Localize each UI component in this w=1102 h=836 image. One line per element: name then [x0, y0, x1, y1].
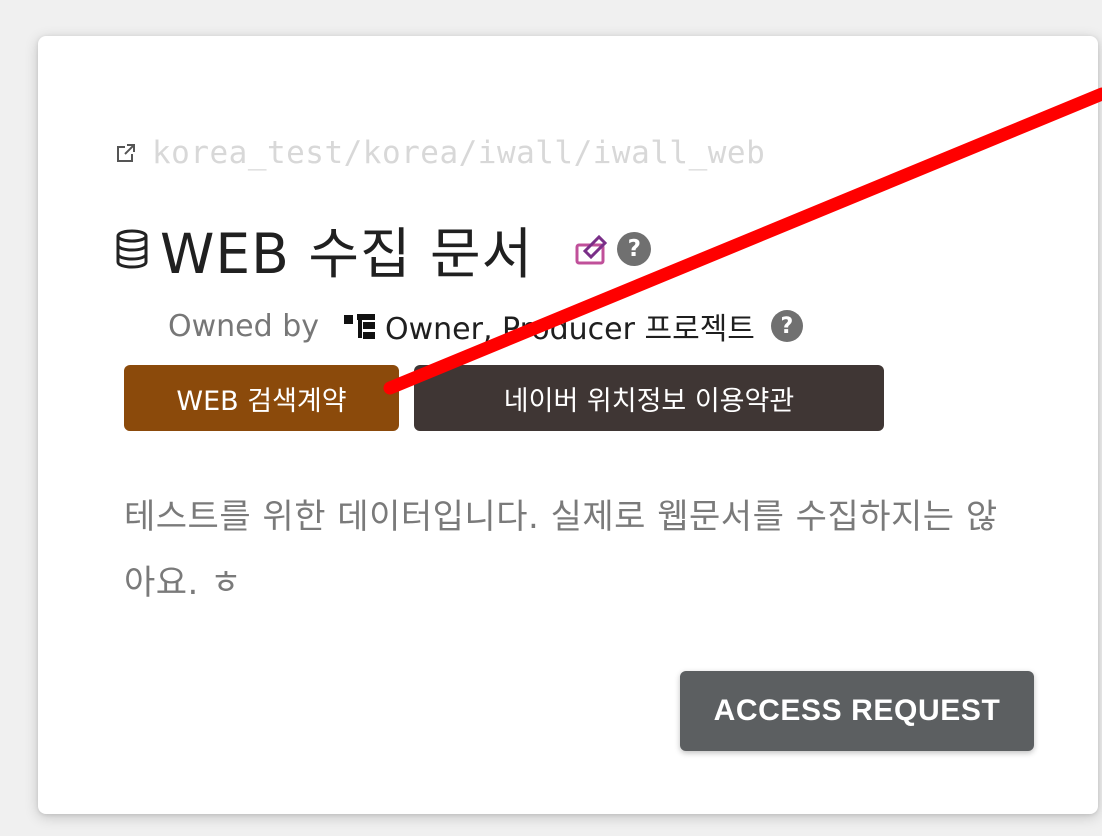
dataset-description: 테스트를 위한 데이터입니다. 실제로 웹문서를 수집하지는 않아요. ㅎ: [124, 497, 998, 603]
title-row: WEB 수집 문서 ?: [114, 210, 652, 288]
tag-naver-location-terms[interactable]: 네이버 위치정보 이용약관: [414, 365, 884, 431]
org-chart-icon: [343, 312, 377, 340]
help-icon[interactable]: ?: [617, 232, 652, 266]
screen: korea_test/korea/iwall/iwall_web WEB 수집 …: [0, 0, 1102, 836]
owned-by-label: Owned by: [168, 308, 319, 344]
tag-web-search-contract[interactable]: WEB 검색계약: [124, 365, 399, 431]
database-icon: [114, 229, 150, 269]
dataset-path-row[interactable]: korea_test/korea/iwall/iwall_web: [114, 134, 765, 172]
tag-label: 네이버 위치정보 이용약관: [503, 385, 795, 417]
owner-name[interactable]: Owner, Producer 프로젝트: [385, 304, 755, 348]
page-title: WEB 수집 문서: [160, 222, 534, 286]
external-link-icon[interactable]: [114, 141, 138, 165]
dataset-path[interactable]: korea_test/korea/iwall/iwall_web: [152, 135, 765, 171]
edit-icon[interactable]: [573, 231, 613, 267]
owner-help-icon[interactable]: ?: [770, 310, 803, 342]
owner-row: Owned by Owner, Producer 프로젝트 ?: [168, 304, 803, 348]
tag-label: WEB 검색계약: [176, 385, 347, 417]
access-request-button[interactable]: ACCESS REQUEST: [680, 671, 1034, 751]
